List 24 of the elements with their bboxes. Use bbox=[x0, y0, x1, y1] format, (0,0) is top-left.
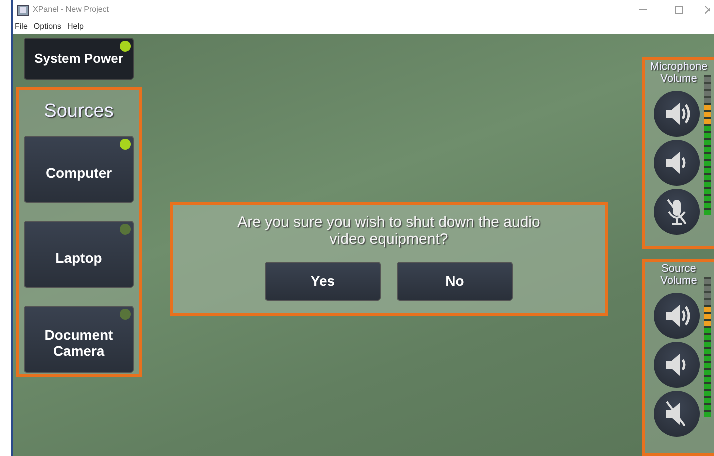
volume-button[interactable] bbox=[654, 189, 700, 235]
volume-button[interactable] bbox=[654, 390, 700, 437]
dialog-button[interactable]: No bbox=[397, 262, 513, 301]
app-icon bbox=[17, 4, 29, 16]
panel-title: Microphone Volume bbox=[649, 61, 709, 85]
volume-button[interactable] bbox=[654, 91, 700, 137]
volume-button[interactable] bbox=[654, 342, 700, 388]
window-title: XPanel - New Project bbox=[33, 4, 110, 16]
source-button[interactable]: Document Camera bbox=[24, 306, 134, 372]
source-button[interactable]: Computer bbox=[24, 136, 134, 202]
system-power-button[interactable]: System Power bbox=[24, 38, 134, 80]
dialog-message: Are you sure you wish to shut down the audio video equipment? bbox=[236, 214, 542, 248]
menu-item[interactable]: File bbox=[15, 21, 28, 33]
menu-item[interactable]: Options bbox=[34, 21, 62, 33]
volume-button[interactable] bbox=[654, 140, 700, 186]
source-button[interactable]: Laptop bbox=[24, 220, 134, 288]
volume-button[interactable] bbox=[654, 292, 700, 339]
panel-title: Sources bbox=[44, 100, 114, 124]
dialog-button[interactable]: Yes bbox=[265, 262, 381, 301]
close-icon[interactable] bbox=[705, 6, 710, 14]
maximize-icon[interactable] bbox=[675, 6, 683, 14]
menu-item[interactable]: Help bbox=[67, 21, 84, 33]
panel-title: Source Volume bbox=[660, 262, 698, 287]
volume-up-icon bbox=[664, 100, 690, 128]
